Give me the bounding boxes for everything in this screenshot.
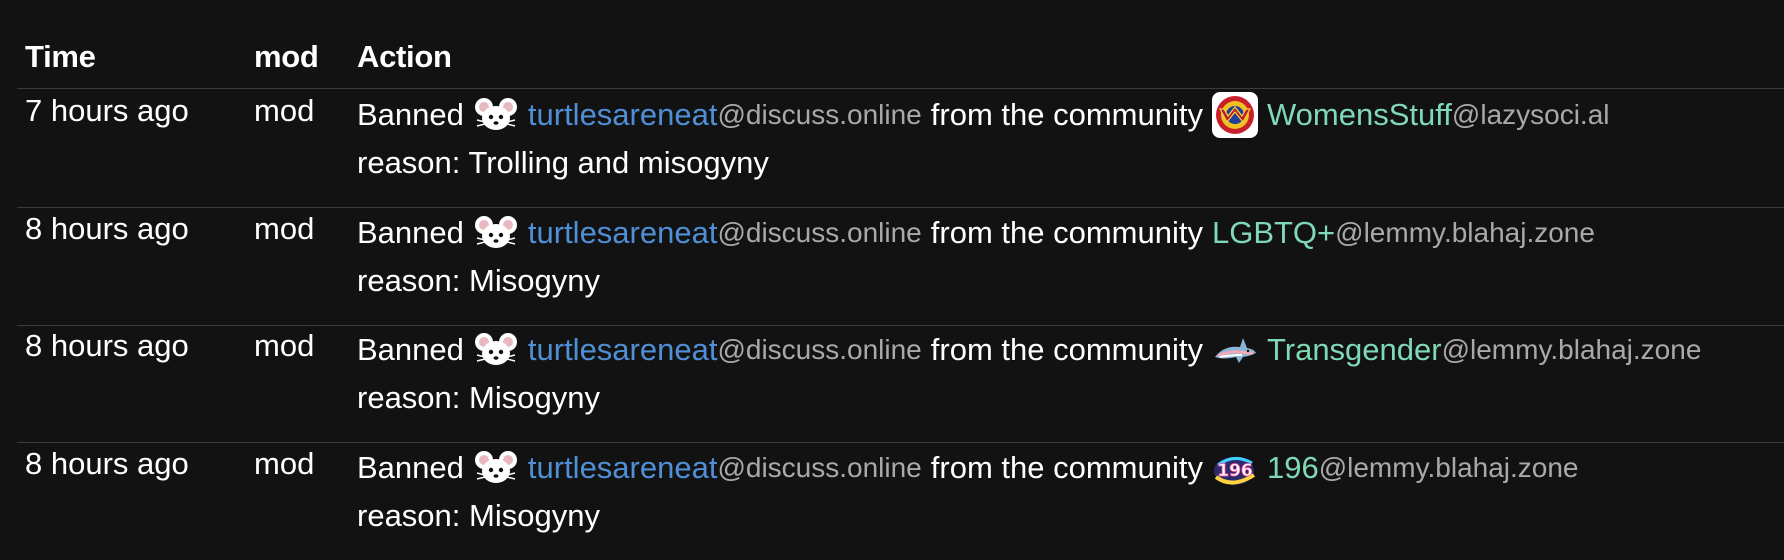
mouse-avatar-icon[interactable] — [473, 445, 519, 491]
community-link[interactable]: LGBTQ+ — [1212, 214, 1335, 252]
svg-text:196: 196 — [1217, 461, 1253, 481]
table-header: Time mod Action — [17, 0, 1784, 89]
action-middle-text: from the community — [930, 450, 1203, 485]
time-cell: 8 hours ago — [25, 328, 189, 363]
mouse-avatar-icon[interactable] — [473, 210, 519, 256]
mod-cell[interactable]: mod — [254, 210, 314, 248]
user-instance: @discuss.online — [717, 217, 922, 248]
196-badge-icon[interactable]: 196 — [1212, 445, 1258, 491]
time-cell: 8 hours ago — [25, 211, 189, 246]
table-row: 7 hours ago mod Banned turtlesareneat @di… — [17, 89, 1784, 208]
user-link[interactable]: turtlesareneat — [528, 214, 718, 252]
action-middle-text: from the community — [930, 215, 1203, 250]
action-verb: Banned — [357, 332, 464, 367]
mod-column-header: mod — [254, 39, 319, 74]
user-instance: @discuss.online — [717, 99, 922, 130]
mod-cell[interactable]: mod — [254, 92, 314, 130]
action-cell: Banned turtlesareneat @discuss.online fro… — [357, 327, 1701, 373]
action-cell: Banned turtlesareneat @discuss.online fro… — [357, 92, 1610, 138]
mod-cell[interactable]: mod — [254, 327, 314, 365]
user-link[interactable]: turtlesareneat — [528, 96, 718, 134]
table-row: 8 hours ago mod Banned turtlesareneat @di… — [17, 324, 1784, 443]
community-link[interactable]: 196 — [1267, 449, 1319, 487]
community-link[interactable]: WomensStuff — [1267, 96, 1452, 134]
community-instance: @lazysoci.al — [1451, 99, 1610, 130]
action-verb: Banned — [357, 215, 464, 250]
table-row: 8 hours ago mod Banned turtlesareneat @di… — [17, 442, 1784, 560]
ban-reason: reason: Misogyny — [357, 498, 600, 533]
mouse-avatar-icon[interactable] — [473, 92, 519, 138]
modlog-table: Time mod Action 7 hours ago mod Banned t… — [0, 0, 1784, 558]
user-instance: @discuss.online — [717, 334, 922, 365]
ban-reason: reason: Trolling and misogyny — [357, 145, 769, 180]
ban-reason: reason: Misogyny — [357, 263, 600, 298]
time-cell: 8 hours ago — [25, 446, 189, 481]
action-verb: Banned — [357, 450, 464, 485]
community-instance: @lemmy.blahaj.zone — [1335, 217, 1595, 248]
community-link[interactable]: Transgender — [1267, 331, 1442, 369]
trans-shark-icon[interactable] — [1212, 327, 1258, 373]
time-cell: 7 hours ago — [25, 93, 189, 128]
community-instance: @lemmy.blahaj.zone — [1318, 452, 1579, 483]
community-instance: @lemmy.blahaj.zone — [1441, 334, 1702, 365]
action-column-header: Action — [357, 39, 452, 74]
action-middle-text: from the community — [930, 332, 1203, 367]
user-link[interactable]: turtlesareneat — [528, 449, 718, 487]
action-verb: Banned — [357, 97, 464, 132]
user-link[interactable]: turtlesareneat — [528, 331, 718, 369]
mouse-avatar-icon[interactable] — [473, 327, 519, 373]
ban-reason: reason: Misogyny — [357, 380, 600, 415]
wonder-woman-badge-icon[interactable] — [1211, 92, 1258, 138]
action-cell: Banned turtlesareneat @discuss.online fro… — [357, 210, 1595, 256]
action-cell: Banned turtlesareneat @discuss.online fro… — [357, 445, 1579, 491]
table-row: 8 hours ago mod Banned turtlesareneat @di… — [17, 207, 1784, 326]
time-column-header: Time — [25, 39, 96, 74]
mod-cell[interactable]: mod — [254, 445, 314, 483]
action-middle-text: from the community — [930, 97, 1203, 132]
user-instance: @discuss.online — [717, 452, 922, 483]
